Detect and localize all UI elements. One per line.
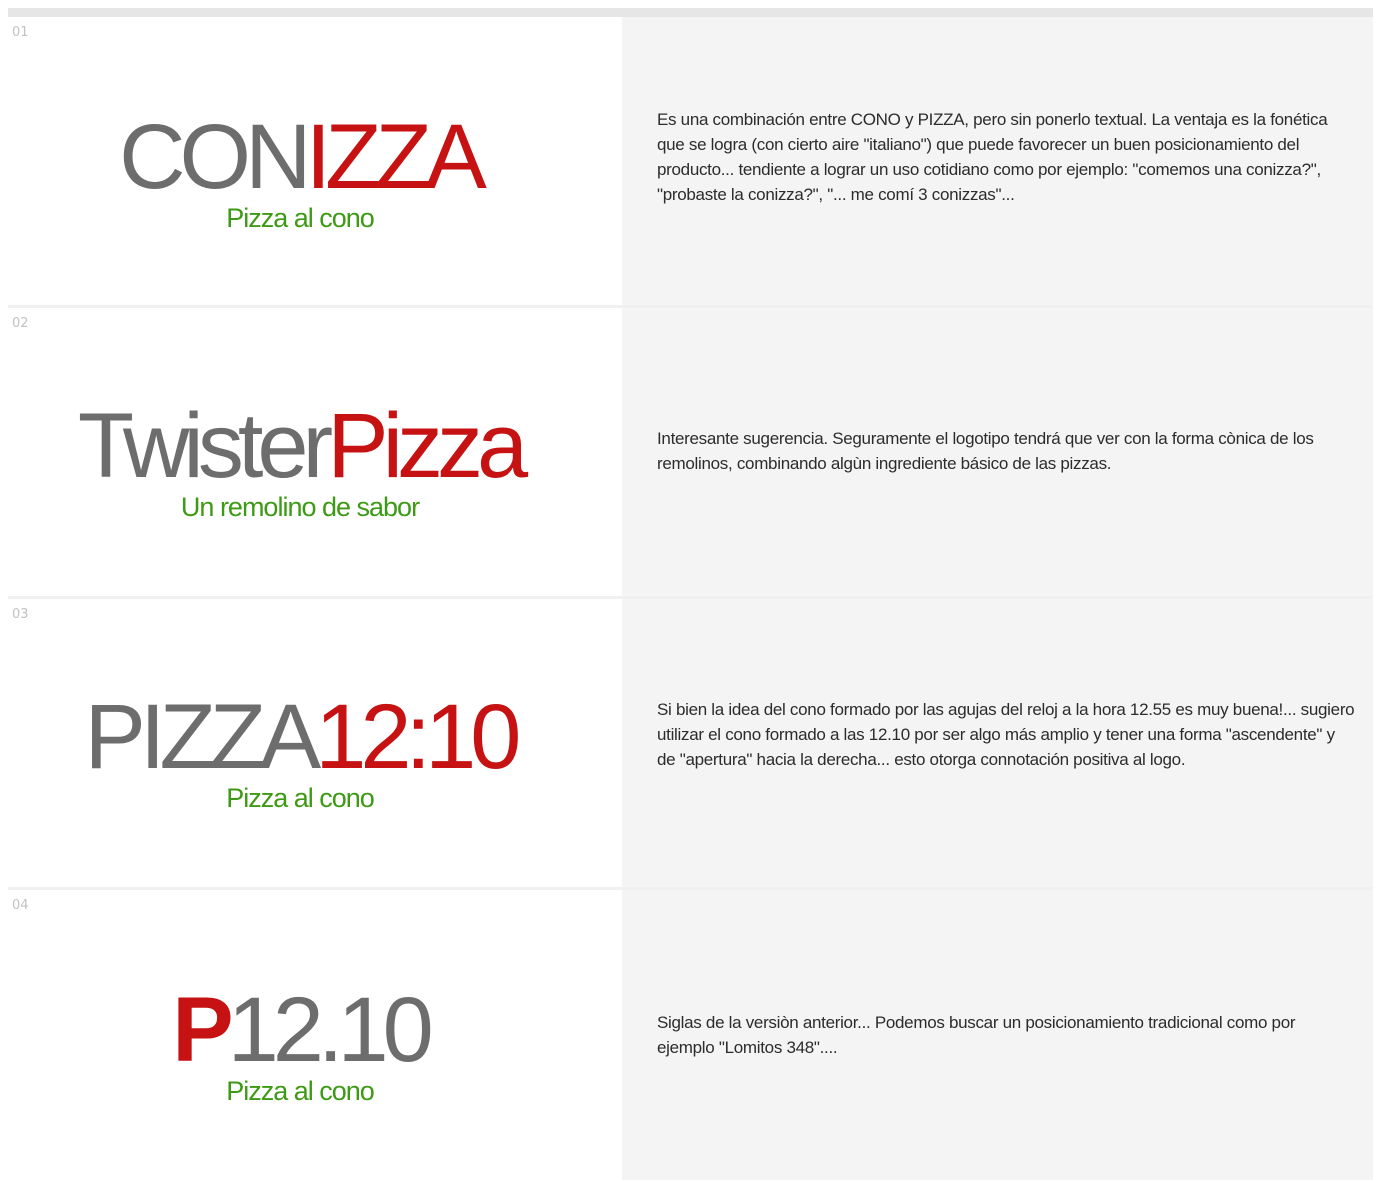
proposal-description: Interesante sugerencia. Seguramente el l… — [657, 429, 1314, 473]
wordmark-gray-part: PIZZA — [84, 686, 322, 788]
wordmark-gray-part: 12.10 — [227, 979, 434, 1081]
logo-tagline: Pizza al cono — [226, 1076, 375, 1106]
proposal-description: Siglas de la versiòn anterior... Podemos… — [657, 1013, 1296, 1057]
wordmark-red-part: P — [172, 979, 233, 1081]
logo-tagline: Pizza al cono — [226, 203, 375, 233]
logo-p1210: P12.10 Pizza al cono — [8, 984, 592, 1105]
wordmark-red-part: 12:10 — [315, 686, 521, 788]
proposal-number: 04 — [12, 898, 29, 913]
logo-conizza: CONIZZA Pizza al cono — [8, 111, 592, 232]
proposal-number: 02 — [12, 316, 29, 331]
logo-proposals-sheet: 01 CONIZZA Pizza al cono Es una combinac… — [8, 17, 1373, 1180]
description-panel: Es una combinación entre CONO y PIZZA, p… — [622, 17, 1373, 305]
logo-twisterpizza: TwisterPizza Un remolino de sabor — [8, 400, 592, 521]
proposal-description: Es una combinación entre CONO y PIZZA, p… — [657, 110, 1328, 204]
logo-panel: 01 CONIZZA Pizza al cono — [8, 17, 622, 305]
logo-wordmark: PIZZA12:10 — [8, 691, 592, 783]
logo-tagline: Un remolino de sabor — [180, 492, 420, 522]
description-panel: Interesante sugerencia. Seguramente el l… — [622, 308, 1373, 596]
proposal-row-01: 01 CONIZZA Pizza al cono Es una combinac… — [8, 17, 1373, 308]
proposal-row-03: 03 PIZZA12:10 Pizza al cono Si bien la i… — [8, 599, 1373, 890]
wordmark-red-part: Pizza — [327, 395, 528, 497]
logo-panel: 03 PIZZA12:10 Pizza al cono — [8, 599, 622, 887]
logo-wordmark: P12.10 — [8, 984, 592, 1076]
logo-wordmark: TwisterPizza — [8, 400, 592, 492]
description-panel: Si bien la idea del cono formado por las… — [622, 599, 1373, 887]
proposal-number: 01 — [12, 25, 29, 40]
description-panel: Siglas de la versiòn anterior... Podemos… — [622, 890, 1373, 1180]
wordmark-red-part: IZZA — [305, 106, 487, 208]
wordmark-gray-part: CON — [119, 106, 311, 208]
proposal-description: Si bien la idea del cono formado por las… — [657, 700, 1355, 769]
proposal-row-04: 04 P12.10 Pizza al cono Siglas de la ver… — [8, 890, 1373, 1180]
logo-tagline: Pizza al cono — [226, 783, 375, 813]
logo-pizza1210: PIZZA12:10 Pizza al cono — [8, 691, 592, 812]
proposal-row-02: 02 TwisterPizza Un remolino de sabor Int… — [8, 308, 1373, 599]
top-rule — [8, 8, 1373, 17]
wordmark-gray-part: Twister — [77, 395, 333, 497]
logo-wordmark: CONIZZA — [8, 111, 592, 203]
logo-panel: 04 P12.10 Pizza al cono — [8, 890, 622, 1180]
proposal-number: 03 — [12, 607, 29, 622]
logo-panel: 02 TwisterPizza Un remolino de sabor — [8, 308, 622, 596]
